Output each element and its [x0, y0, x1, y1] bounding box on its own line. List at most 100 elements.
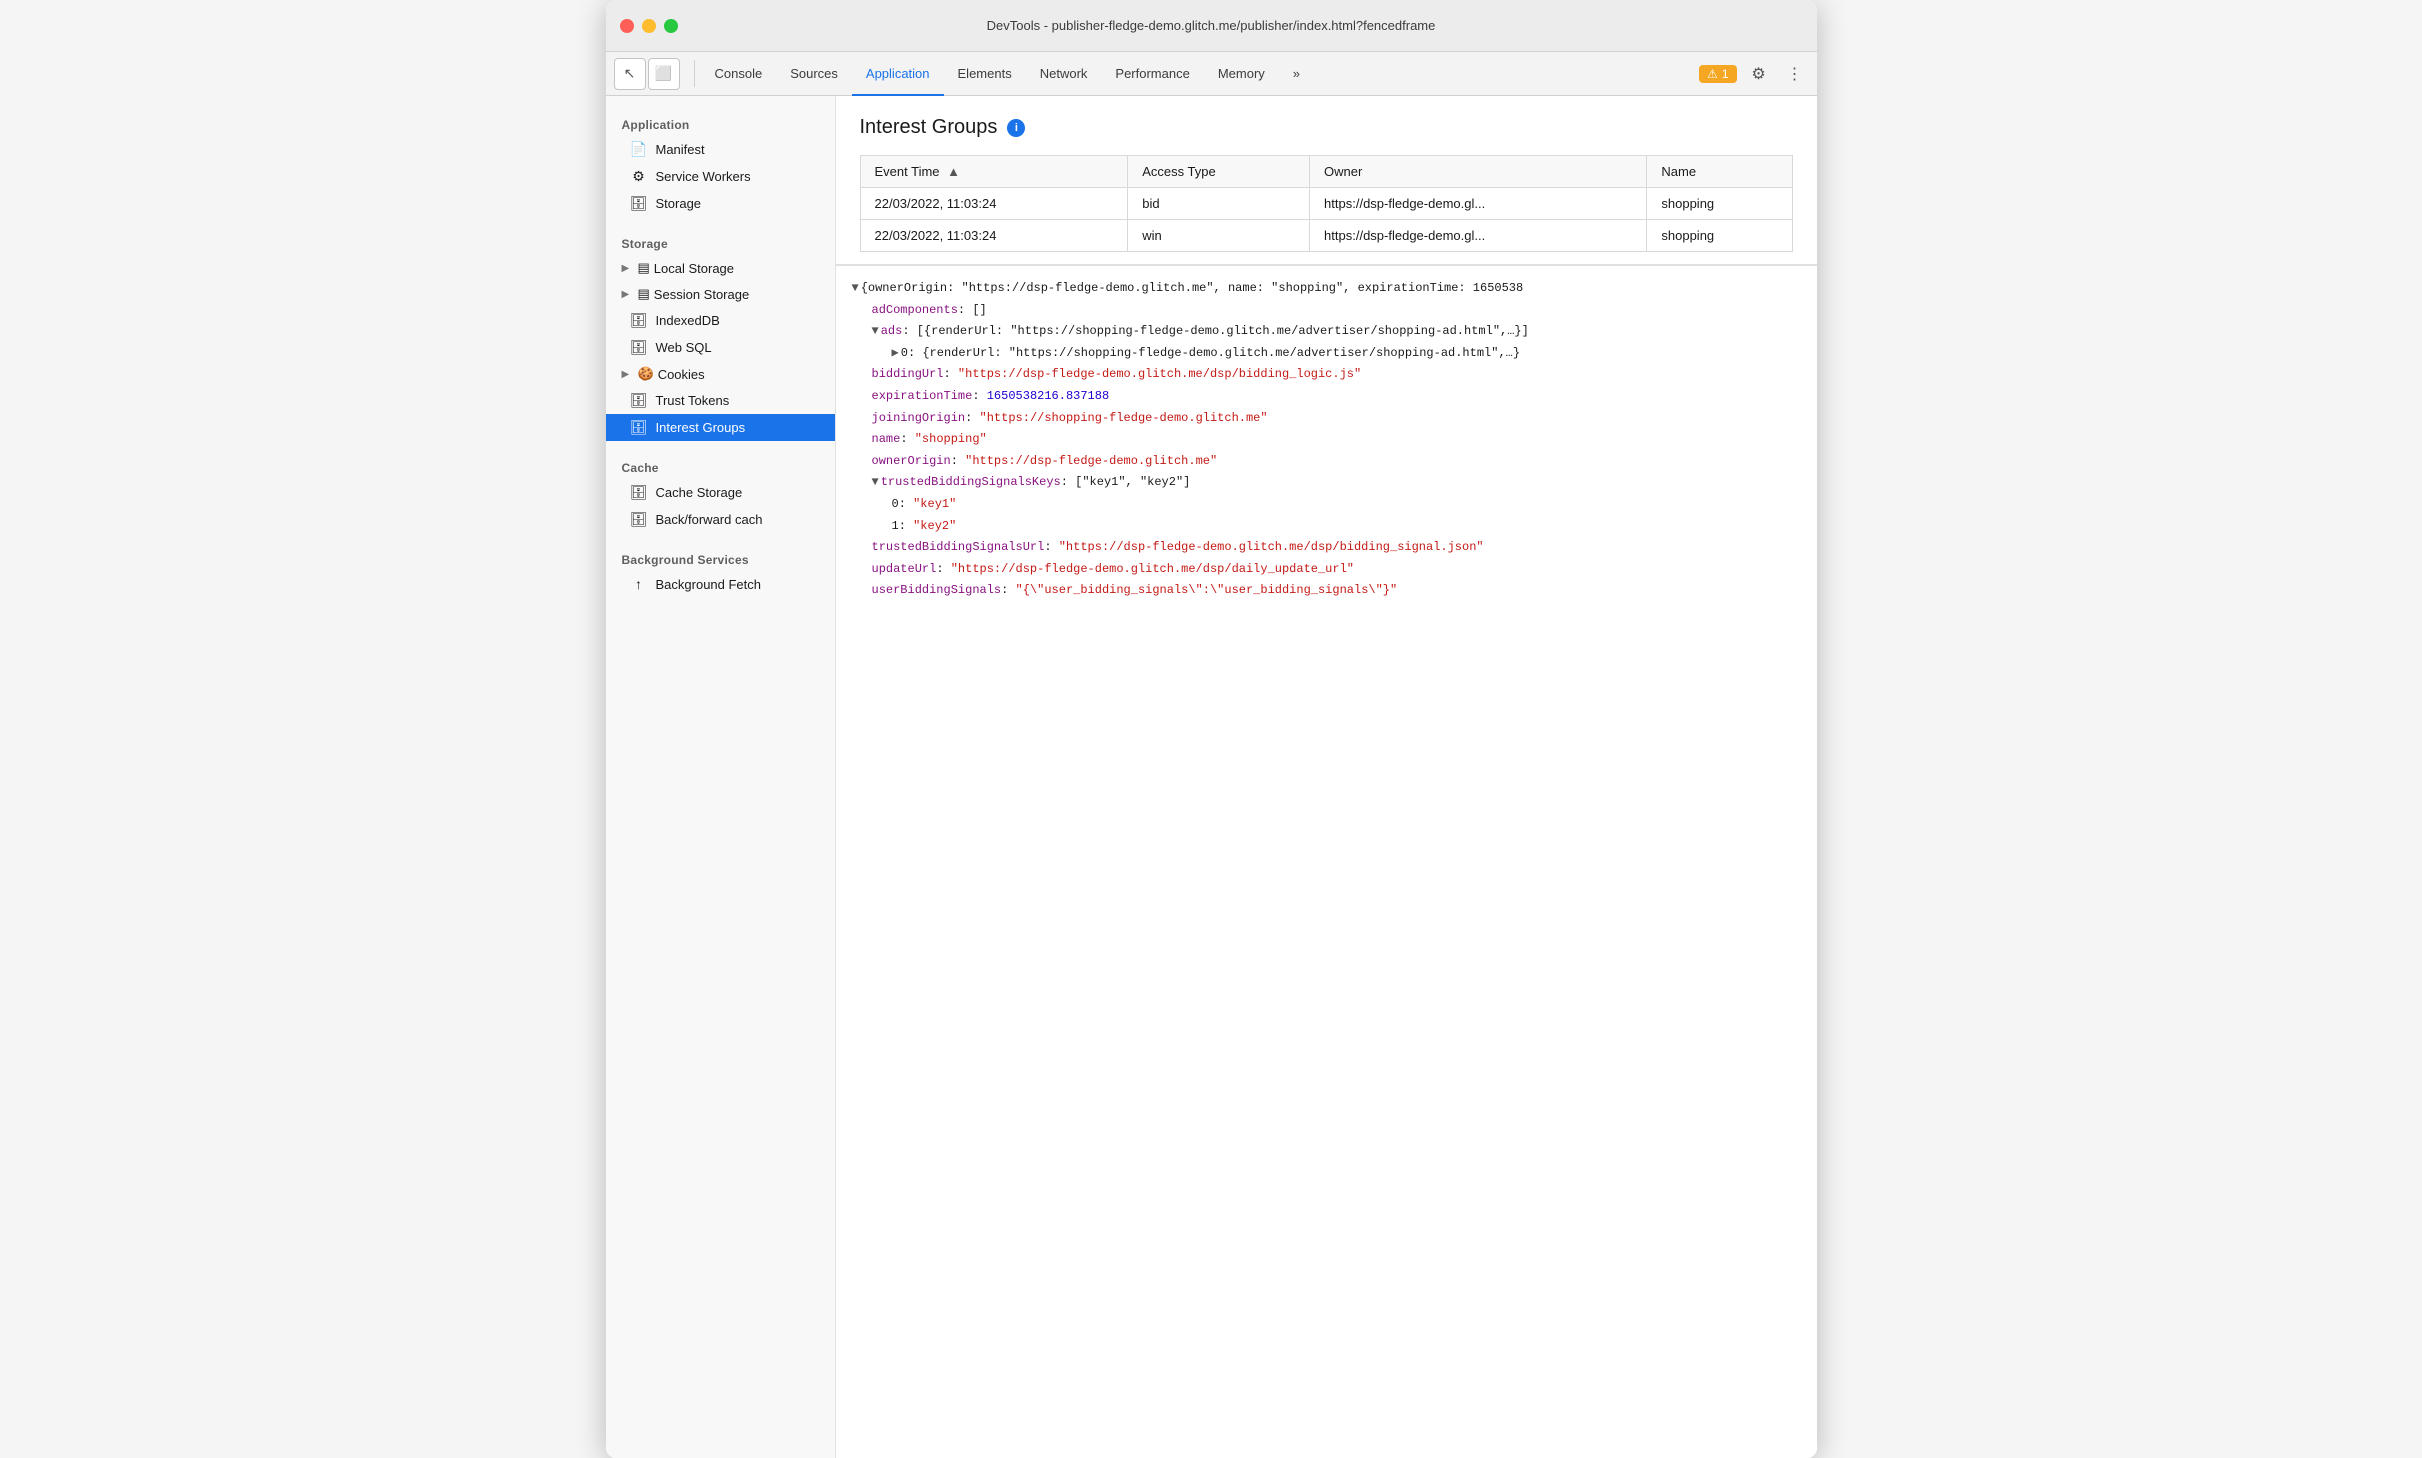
cell-access-type-1: win	[1128, 220, 1310, 252]
detail-line-14: userBiddingSignals: "{\"user_bidding_sig…	[852, 580, 1801, 602]
tab-more[interactable]: »	[1279, 52, 1314, 96]
toggle-arrow-3[interactable]: ▶	[892, 346, 899, 360]
sidebar-item-manifest-label: Manifest	[656, 142, 705, 157]
val-7: "shopping"	[915, 432, 987, 446]
cursor-icon: ↖	[624, 65, 636, 82]
sidebar-item-background-fetch[interactable]: ↑ Background Fetch	[606, 571, 835, 597]
sidebar-item-back-forward-cache-label: Back/forward cach	[656, 512, 763, 527]
more-options-button[interactable]: ⋮	[1781, 60, 1809, 88]
cursor-icon-btn[interactable]: ↖	[614, 58, 646, 90]
inspect-icon-btn[interactable]: ⬜	[648, 58, 680, 90]
sep-6: :	[965, 411, 979, 425]
sidebar-item-web-sql-label: Web SQL	[656, 340, 712, 355]
key-5: expirationTime	[872, 389, 973, 403]
detail-line-11: 1: "key2"	[852, 516, 1801, 538]
table-header-row: Event Time ▲ Access Type Owner Name	[860, 156, 1792, 188]
col-event-time[interactable]: Event Time ▲	[860, 156, 1128, 188]
val-8: "https://dsp-fledge-demo.glitch.me"	[965, 454, 1217, 468]
sidebar-item-storage-app-label: Storage	[656, 196, 702, 211]
tab-memory[interactable]: Memory	[1204, 52, 1279, 96]
sidebar-item-cache-storage-label: Cache Storage	[656, 485, 743, 500]
sidebar-item-session-storage[interactable]: ▶ ▤ Session Storage	[606, 281, 835, 307]
val-10: "key1"	[913, 497, 956, 511]
sep-3: :	[908, 346, 922, 360]
content-0: {ownerOrigin: "https://dsp-fledge-demo.g…	[861, 281, 1524, 295]
service-workers-icon: ⚙	[630, 168, 648, 185]
window-title: DevTools - publisher-fledge-demo.glitch.…	[987, 18, 1436, 33]
val-4: "https://dsp-fledge-demo.glitch.me/dsp/b…	[958, 367, 1361, 381]
key-12: trustedBiddingSignalsUrl	[872, 540, 1045, 554]
detail-line-1: adComponents: []	[852, 300, 1801, 322]
sidebar: Application 📄 Manifest ⚙ Service Workers…	[606, 96, 836, 1458]
sidebar-section-background-services: Background Services	[606, 541, 835, 571]
maximize-button[interactable]	[664, 19, 678, 33]
sidebar-item-manifest[interactable]: 📄 Manifest	[606, 136, 835, 163]
table-row[interactable]: 22/03/2022, 11:03:24 win https://dsp-fle…	[860, 220, 1792, 252]
settings-icon: ⚙	[1751, 64, 1765, 84]
tab-elements[interactable]: Elements	[944, 52, 1026, 96]
sidebar-item-service-workers[interactable]: ⚙ Service Workers	[606, 163, 835, 190]
detail-line-8: ownerOrigin: "https://dsp-fledge-demo.gl…	[852, 451, 1801, 473]
more-icon: ⋮	[1787, 64, 1803, 84]
back-forward-cache-icon: 🗄	[630, 511, 648, 528]
tab-network[interactable]: Network	[1026, 52, 1102, 96]
main-layout: Application 📄 Manifest ⚙ Service Workers…	[606, 96, 1817, 1458]
sidebar-item-cookies[interactable]: ▶ 🍪 Cookies	[606, 361, 835, 387]
storage-app-icon: 🗄	[630, 195, 648, 212]
detail-panel: ▼{ownerOrigin: "https://dsp-fledge-demo.…	[836, 265, 1817, 614]
cell-owner-0: https://dsp-fledge-demo.gl...	[1310, 188, 1647, 220]
col-event-time-label: Event Time	[875, 164, 940, 179]
info-icon-button[interactable]: i	[1007, 119, 1025, 137]
sidebar-item-trust-tokens[interactable]: 🗄 Trust Tokens	[606, 387, 835, 414]
col-name-label: Name	[1661, 164, 1696, 179]
col-access-type[interactable]: Access Type	[1128, 156, 1310, 188]
sidebar-item-web-sql[interactable]: 🗄 Web SQL	[606, 334, 835, 361]
cookies-icon: 🍪	[638, 366, 654, 382]
tab-sources[interactable]: Sources	[776, 52, 852, 96]
page-title: Interest Groups	[860, 116, 998, 139]
key-9: trustedBiddingSignalsKeys	[881, 475, 1061, 489]
table-row[interactable]: 22/03/2022, 11:03:24 bid https://dsp-fle…	[860, 188, 1792, 220]
toggle-arrow-0[interactable]: ▼	[852, 281, 859, 295]
toggle-arrow-9[interactable]: ▼	[872, 475, 879, 489]
col-owner-label: Owner	[1324, 164, 1362, 179]
sidebar-item-storage-app[interactable]: 🗄 Storage	[606, 190, 835, 217]
toggle-arrow-2[interactable]: ▼	[872, 324, 879, 338]
close-button[interactable]	[620, 19, 634, 33]
sidebar-item-cookies-label: Cookies	[658, 367, 705, 382]
tab-application[interactable]: Application	[852, 52, 944, 96]
sidebar-item-indexeddb[interactable]: 🗄 IndexedDB	[606, 307, 835, 334]
minimize-button[interactable]	[642, 19, 656, 33]
warning-badge[interactable]: ⚠ 1	[1699, 65, 1736, 83]
sidebar-section-cache: Cache	[606, 449, 835, 479]
settings-button[interactable]: ⚙	[1745, 60, 1773, 88]
interest-groups-icon: 🗄	[630, 419, 648, 436]
manifest-icon: 📄	[630, 141, 648, 158]
local-storage-icon: ▤	[638, 260, 650, 276]
sidebar-item-service-workers-label: Service Workers	[656, 169, 751, 184]
col-name[interactable]: Name	[1647, 156, 1792, 188]
tab-performance[interactable]: Performance	[1101, 52, 1203, 96]
val-5: 1650538216.837188	[987, 389, 1109, 403]
sidebar-item-local-storage[interactable]: ▶ ▤ Local Storage	[606, 255, 835, 281]
sep-14: :	[1001, 583, 1015, 597]
val-3: {renderUrl: "https://shopping-fledge-dem…	[922, 346, 1520, 360]
key-8: ownerOrigin	[872, 454, 951, 468]
detail-line-10: 0: "key1"	[852, 494, 1801, 516]
col-owner[interactable]: Owner	[1310, 156, 1647, 188]
title-row: Interest Groups i	[860, 116, 1793, 139]
tab-console[interactable]: Console	[701, 52, 777, 96]
sep-10: :	[899, 497, 913, 511]
key-14: userBiddingSignals	[872, 583, 1002, 597]
sidebar-item-back-forward-cache[interactable]: 🗄 Back/forward cach	[606, 506, 835, 533]
chevron-right-local-storage: ▶	[622, 263, 634, 274]
sidebar-item-cache-storage[interactable]: 🗄 Cache Storage	[606, 479, 835, 506]
sidebar-item-interest-groups[interactable]: 🗄 Interest Groups	[606, 414, 835, 441]
sidebar-item-interest-groups-label: Interest Groups	[656, 420, 746, 435]
indexeddb-icon: 🗄	[630, 312, 648, 329]
cache-storage-icon: 🗄	[630, 484, 648, 501]
key-10: 0	[892, 497, 899, 511]
detail-line-4: biddingUrl: "https://dsp-fledge-demo.gli…	[852, 364, 1801, 386]
sep-4: :	[944, 367, 958, 381]
detail-line-2: ▼ads: [{renderUrl: "https://shopping-fle…	[852, 321, 1801, 343]
